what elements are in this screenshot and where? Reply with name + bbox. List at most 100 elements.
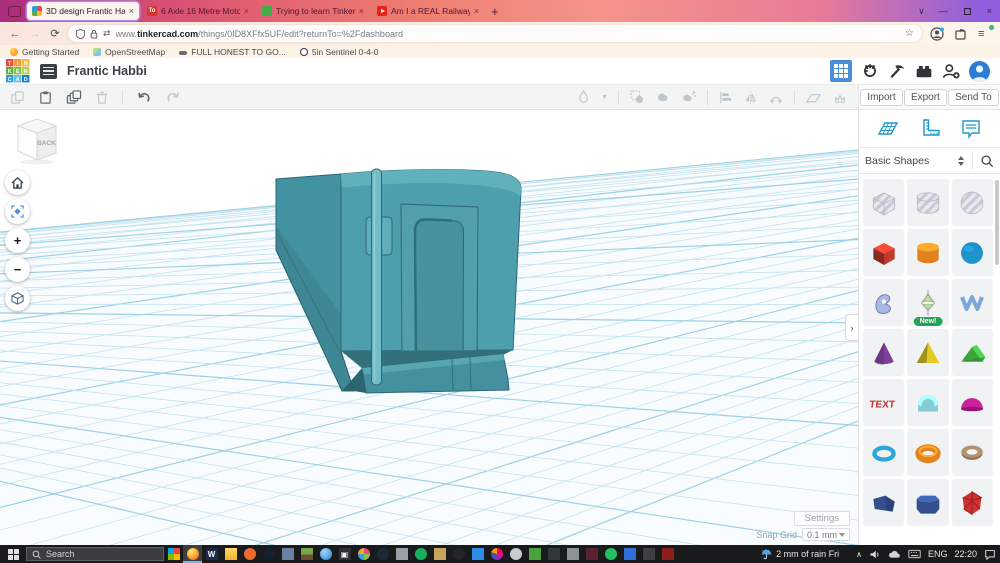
taskbar-app-camera-app[interactable] bbox=[544, 545, 563, 563]
language-indicator[interactable]: ENG bbox=[928, 549, 948, 559]
taskbar-app-creeper-app[interactable] bbox=[525, 545, 544, 563]
taskbar-app-steam[interactable] bbox=[259, 545, 278, 563]
export-button[interactable]: Export bbox=[904, 89, 947, 106]
shape-half-sphere[interactable] bbox=[952, 379, 993, 426]
clock[interactable]: 22:20 bbox=[954, 549, 977, 559]
workplane-tool-icon[interactable] bbox=[805, 90, 822, 105]
taskbar-app-minecraft[interactable] bbox=[297, 545, 316, 563]
list-tabs-button[interactable]: ∨ bbox=[918, 6, 925, 17]
shape-thin-torus[interactable] bbox=[863, 429, 904, 476]
shape-box[interactable] bbox=[863, 229, 904, 276]
forward-button[interactable]: → bbox=[28, 28, 42, 40]
snap-grid-select[interactable]: 0.1 mm bbox=[802, 528, 850, 541]
panel-scrollbar[interactable] bbox=[995, 180, 999, 563]
tab-youtube-video[interactable]: Am I a REAL Railway Modeller? × bbox=[372, 2, 484, 20]
onedrive-cloud-icon[interactable] bbox=[888, 549, 901, 559]
bricks-mode-icon[interactable] bbox=[915, 63, 933, 79]
share-user-icon[interactable] bbox=[942, 63, 960, 79]
color-picker-icon[interactable] bbox=[576, 89, 591, 105]
taskbar-app-green-circle-app[interactable] bbox=[411, 545, 430, 563]
new-tab-button[interactable]: + bbox=[491, 4, 499, 19]
home-view-button[interactable] bbox=[5, 170, 30, 195]
tab-close-icon[interactable]: × bbox=[244, 6, 249, 16]
perspective-toggle-button[interactable] bbox=[5, 286, 30, 311]
taskbar-app-flame-app[interactable] bbox=[240, 545, 259, 563]
scrollbar-thumb[interactable] bbox=[995, 180, 999, 265]
shape-box-hole[interactable] bbox=[863, 179, 904, 226]
taskbar-app-settings-gear[interactable] bbox=[506, 545, 525, 563]
maximize-button[interactable] bbox=[964, 8, 971, 15]
tracking-toggle-icon[interactable]: ⇄ bbox=[103, 28, 111, 39]
shape-sphere-hole[interactable] bbox=[952, 179, 993, 226]
taskbar-app-car-app[interactable] bbox=[392, 545, 411, 563]
measure-tool-icon[interactable] bbox=[832, 90, 848, 105]
tab-learn-tinkercad[interactable]: Trying to learn TinkerCAD - Wo × bbox=[257, 2, 369, 20]
tab-motorised-chassis[interactable]: To 6 Axle 16 Metre Motorised Cha × bbox=[142, 2, 254, 20]
tab-tinkercad-design[interactable]: 3D design Frantic Habbi - Tink × bbox=[27, 2, 139, 20]
bookmark-full-honest[interactable]: FULL HONEST TO GO... bbox=[179, 47, 286, 57]
taskbar-app-file-explorer[interactable] bbox=[221, 545, 240, 563]
url-bar[interactable]: ⇄ www.tinkercad.com/things/0ID8XFfx5UF/e… bbox=[68, 25, 922, 42]
notes-icon[interactable] bbox=[959, 117, 983, 141]
design-title[interactable]: Frantic Habbi bbox=[67, 64, 147, 78]
zoom-out-button[interactable]: − bbox=[5, 257, 30, 282]
shapes-mode-button[interactable] bbox=[830, 60, 852, 82]
tinkercad-logo[interactable]: T I N K E R C A D bbox=[6, 59, 30, 83]
color-dropdown-caret[interactable]: ▼ bbox=[601, 94, 608, 101]
close-button[interactable]: × bbox=[987, 6, 992, 16]
menu-icon[interactable]: ≡ bbox=[978, 27, 992, 41]
bookmark-getting-started[interactable]: Getting Started bbox=[10, 47, 79, 57]
shape-text[interactable]: TEXT bbox=[863, 379, 904, 426]
shape-torus[interactable] bbox=[907, 429, 948, 476]
duplicate-icon[interactable] bbox=[66, 90, 82, 105]
mirror-icon[interactable] bbox=[768, 90, 784, 105]
codeblocks-mode-icon[interactable] bbox=[861, 62, 879, 80]
settings-button[interactable]: Settings bbox=[794, 511, 850, 526]
shape-icosahedron[interactable] bbox=[952, 479, 993, 526]
extensions-icon[interactable] bbox=[954, 27, 968, 41]
taskbar-weather[interactable]: 2 mm of rain Fri bbox=[761, 549, 839, 560]
taskbar-app-utility-app[interactable] bbox=[563, 545, 582, 563]
ruler-helper-icon[interactable] bbox=[918, 117, 942, 141]
taskbar-app-dark-dot-app[interactable] bbox=[449, 545, 468, 563]
taskbar-app-photos[interactable] bbox=[164, 545, 183, 563]
taskbar-app-grey-blue-app[interactable] bbox=[278, 545, 297, 563]
copy-icon[interactable] bbox=[10, 90, 25, 105]
paste-icon[interactable] bbox=[38, 90, 53, 105]
redo-icon[interactable] bbox=[165, 90, 181, 105]
taskbar-app-snip-app[interactable] bbox=[639, 545, 658, 563]
account-avatar[interactable] bbox=[969, 61, 990, 82]
shape-cylinder-hole[interactable] bbox=[907, 179, 948, 226]
canvas-3d-viewport[interactable]: BACK + − Settings Snap Grid 0.1 mm bbox=[0, 110, 858, 545]
taskbar-app-steam-alt[interactable] bbox=[373, 545, 392, 563]
back-button[interactable]: ← bbox=[8, 28, 22, 40]
lock-icon[interactable] bbox=[90, 29, 98, 39]
shape-cylinder[interactable] bbox=[907, 229, 948, 276]
bookmark-openstreetmap[interactable]: OpenStreetMap bbox=[93, 47, 165, 57]
taskbar-app-red-dark-app[interactable] bbox=[658, 545, 677, 563]
shape-pyramid[interactable] bbox=[907, 329, 948, 376]
taskbar-app-firefox[interactable] bbox=[183, 545, 202, 563]
taskbar-app-maroon-app[interactable] bbox=[582, 545, 601, 563]
minimize-button[interactable]: — bbox=[939, 6, 948, 16]
firefox-view-icon[interactable] bbox=[8, 6, 21, 17]
account-icon[interactable] bbox=[930, 27, 944, 41]
group-icon[interactable] bbox=[629, 89, 645, 105]
shape-cone[interactable] bbox=[863, 329, 904, 376]
keyboard-icon[interactable] bbox=[908, 549, 921, 559]
workplane-helper-icon[interactable] bbox=[876, 117, 900, 141]
shape-half-cylinder[interactable] bbox=[907, 379, 948, 426]
shape-wedge[interactable] bbox=[863, 479, 904, 526]
import-button[interactable]: Import bbox=[860, 89, 902, 106]
shield-icon[interactable] bbox=[76, 29, 85, 39]
zoom-in-button[interactable]: + bbox=[5, 228, 30, 253]
shape-roof[interactable] bbox=[952, 329, 993, 376]
shape-category-select[interactable]: Basic Shapes bbox=[865, 155, 958, 167]
tab-close-icon[interactable]: × bbox=[129, 6, 134, 16]
taskbar-app-pinwheel-app[interactable] bbox=[354, 545, 373, 563]
shape-spinning-top[interactable]: New! bbox=[907, 279, 948, 326]
taskbar-app-sphere-browser[interactable] bbox=[316, 545, 335, 563]
undo-icon[interactable] bbox=[136, 90, 152, 105]
hidden-icons-chevron[interactable]: ∧ bbox=[856, 550, 862, 559]
align-icon[interactable] bbox=[718, 90, 733, 105]
